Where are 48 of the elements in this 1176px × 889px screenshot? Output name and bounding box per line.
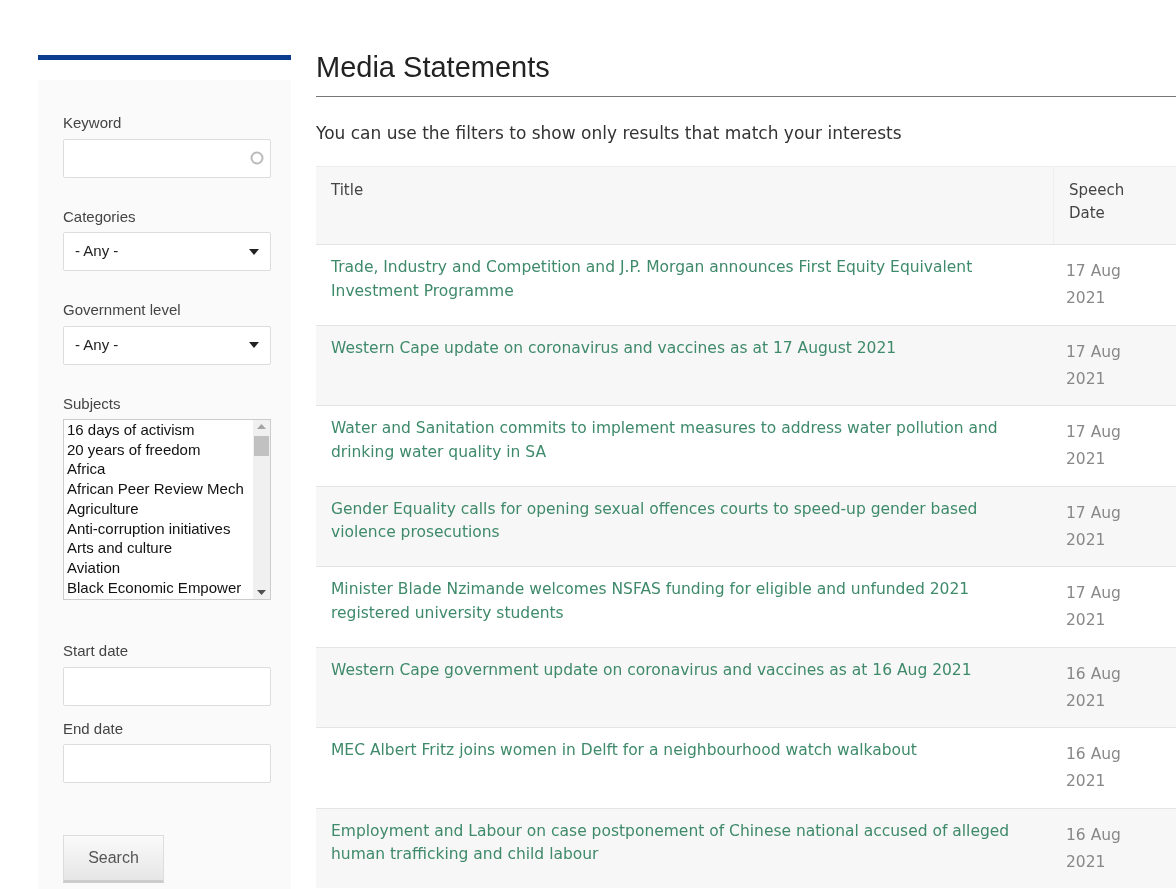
search-spinner-icon — [250, 151, 264, 165]
subject-option[interactable]: African Peer Review Mech — [67, 479, 253, 499]
scrollbar-thumb[interactable] — [254, 435, 269, 456]
statement-link[interactable]: Western Cape update on coronavirus and vaccines as at 17 August 2021 — [331, 336, 897, 360]
categories-select[interactable]: - Any - — [63, 232, 271, 271]
subject-option[interactable]: Black Economic Empower — [67, 577, 253, 598]
scrollbar[interactable] — [253, 420, 270, 599]
statement-link[interactable]: Minister Blade Nzimande welcomes NSFAS funding for eligible and unfunded 2021 registered university students — [331, 578, 1039, 625]
date-cell-text: 17 Aug 2021 — [1066, 422, 1122, 470]
keyword-field[interactable] — [63, 138, 271, 178]
date-cell-text: 17 Aug 2021 — [1066, 261, 1122, 309]
field-label: Subjects — [63, 393, 122, 414]
field-label: Keyword — [63, 113, 123, 133]
search-button[interactable]: Search — [63, 835, 164, 883]
field-label: Categories — [63, 206, 137, 227]
statement-link[interactable]: Water and Sanitation commits to implement measures to address water pollution and drinking water quality in SA — [331, 417, 1039, 464]
statement-link[interactable]: MEC Albert Fritz joins women in Delft for a neighbourhood watch walkabout — [331, 739, 917, 763]
date-cell-text: 17 Aug 2021 — [1066, 341, 1122, 390]
scroll-down-arrow-icon[interactable] — [257, 590, 266, 595]
end-date-field[interactable] — [63, 744, 271, 783]
date-cell-text: 16 Aug 2021 — [1066, 663, 1122, 712]
column-header: Speech Date — [1068, 180, 1126, 224]
subject-option[interactable]: Arts and culture — [67, 538, 253, 558]
government-level-select[interactable]: - Any - — [63, 325, 271, 365]
field-label: Government level — [63, 300, 182, 320]
caret-icon — [249, 248, 259, 255]
statement-link[interactable]: Gender Equality calls for opening sexual offences courts to speed-up gender based violence prosecutions — [331, 497, 1039, 545]
scroll-up-arrow-icon[interactable] — [257, 424, 266, 429]
date-cell-text: 16 Aug 2021 — [1066, 744, 1122, 792]
caret-icon — [249, 342, 259, 348]
field-label: Start date — [63, 641, 130, 661]
intro-text: You can use the filters to show only results that match your interests — [316, 121, 903, 145]
date-cell-text: 16 Aug 2021 — [1066, 824, 1122, 873]
date-cell-text: 17 Aug 2021 — [1066, 583, 1122, 631]
statement-link[interactable]: Employment and Labour on case postponement of Chinese national accused of alleged human trafficking and child labour — [331, 819, 1039, 867]
statement-link[interactable]: Trade, Industry and Competition and J.P. Morgan announces First Equity Equivalent Investment Programme — [331, 256, 1039, 303]
subject-option[interactable]: Agriculture — [67, 498, 253, 519]
subject-option[interactable]: 20 years of freedom — [67, 439, 253, 460]
field-label: End date — [63, 718, 125, 739]
start-date-field[interactable] — [63, 666, 271, 706]
statement-link[interactable]: Western Cape government update on coronavirus and vaccines as at 16 Aug 2021 — [331, 658, 972, 682]
subject-option[interactable]: Anti-corruption initiatives — [67, 518, 253, 539]
subject-option[interactable]: Aviation — [67, 557, 253, 578]
subject-option[interactable]: Africa — [67, 459, 253, 480]
date-cell-text: 17 Aug 2021 — [1066, 502, 1122, 551]
page-title: Media Statements — [316, 46, 1176, 97]
subjects-listbox[interactable]: 16 days of activism 20 years of freedom Africa African Peer Review Mech Agriculture Anti-corruption initiatives Arts and culture Aviation Black Economic Empower — [63, 419, 271, 600]
subject-option[interactable]: 16 days of activism — [67, 420, 253, 440]
